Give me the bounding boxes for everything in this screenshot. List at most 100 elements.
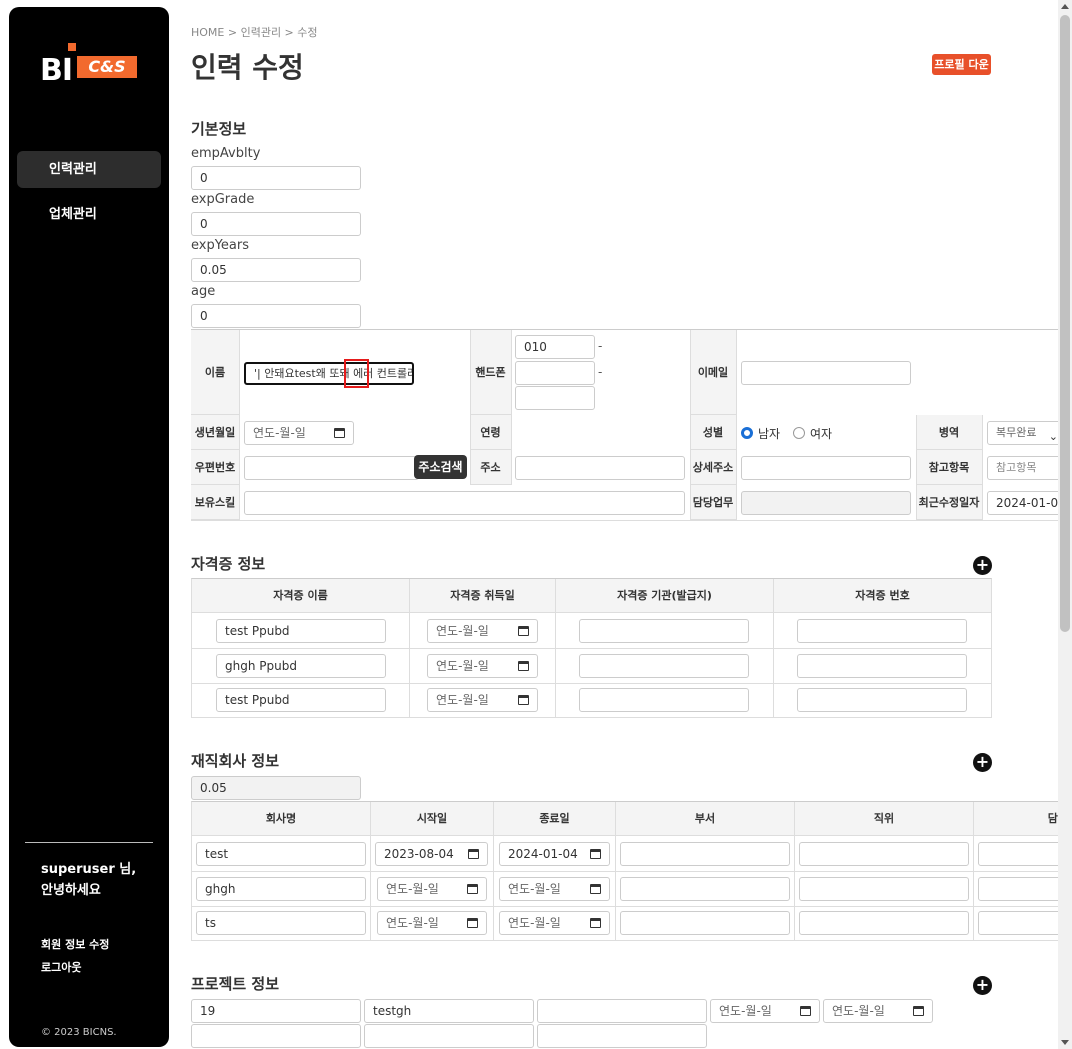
company-duty-input[interactable] [978, 842, 1068, 866]
calendar-icon[interactable] [590, 918, 601, 928]
add-project-button[interactable]: + [973, 976, 992, 995]
gender-male-radio[interactable] [741, 427, 753, 439]
company-duty-input[interactable] [978, 877, 1068, 901]
project-id-input[interactable]: 19 [191, 999, 361, 1023]
section-title-projects: 프로젝트 정보 [191, 975, 280, 993]
project-field-input[interactable] [537, 1024, 707, 1048]
email-input[interactable] [741, 361, 911, 385]
sidebar-item-company[interactable]: 업체관리 [17, 196, 161, 233]
address-detail-input[interactable] [741, 456, 911, 480]
edit-profile-link[interactable]: 회원 정보 수정 [41, 936, 109, 952]
cert-name-input[interactable]: ghgh Ppubd [216, 654, 386, 678]
company-col-start: 시작일 [371, 802, 493, 836]
highlight-box [344, 359, 369, 388]
project-start-input[interactable]: 연도-월-일 [710, 999, 820, 1023]
logout-link[interactable]: 로그아웃 [41, 959, 81, 975]
scroll-down-arrow-icon[interactable] [1061, 1040, 1069, 1045]
zip-input[interactable] [244, 456, 419, 480]
copyright: © 2023 BICNS. [41, 1027, 117, 1038]
company-dept-input[interactable] [620, 911, 790, 935]
gender-female-radio[interactable] [793, 427, 805, 439]
cert-org-input[interactable] [579, 654, 749, 678]
company-position-input[interactable] [799, 911, 969, 935]
sidebar-item-personnel[interactable]: 인력관리 [17, 151, 161, 188]
calendar-icon[interactable] [334, 428, 345, 438]
phone-part2-input[interactable] [515, 361, 595, 385]
address-input[interactable] [515, 456, 685, 480]
company-start-input[interactable]: 연도-월-일 [377, 877, 487, 901]
skills-input[interactable] [244, 491, 685, 515]
company-start-input[interactable]: 연도-월-일 [377, 911, 487, 935]
company-position-input[interactable] [799, 877, 969, 901]
calendar-icon[interactable] [467, 918, 478, 928]
field-label-empavblty: empAvblty [191, 146, 261, 161]
company-name-input[interactable]: ghgh [196, 877, 366, 901]
label-military: 병역 [916, 415, 982, 450]
birth-date-input[interactable]: 연도-월-일 [244, 421, 354, 445]
project-end-input[interactable]: 연도-월-일 [823, 999, 933, 1023]
add-company-button[interactable]: + [973, 753, 992, 772]
cert-date-input[interactable]: 연도-월-일 [427, 619, 538, 643]
company-start-input[interactable]: 2023-08-04 [375, 842, 488, 866]
page-title: 인력 수정 [191, 51, 304, 84]
profile-download-button[interactable]: 프로필 다운 [932, 54, 991, 75]
company-duty-input[interactable] [978, 911, 1068, 935]
company-end-input[interactable]: 2024-01-04 [499, 842, 610, 866]
cert-col-name: 자격증 이름 [192, 579, 409, 613]
company-dept-input[interactable] [620, 877, 790, 901]
scrollbar-thumb[interactable] [1060, 15, 1070, 632]
project-field-input[interactable] [191, 1024, 361, 1048]
modified-date-input[interactable]: 2024-01-05 [987, 491, 1065, 515]
breadcrumb: HOME > 인력관리 > 수정 [191, 26, 318, 39]
calendar-icon[interactable] [518, 661, 529, 671]
calendar-icon[interactable] [518, 626, 529, 636]
age-input[interactable]: 0 [191, 304, 361, 328]
address-search-button[interactable]: 주소검색 [414, 455, 467, 479]
cert-number-input[interactable] [797, 654, 967, 678]
cert-date-input[interactable]: 연도-월-일 [427, 688, 538, 712]
reference-input[interactable]: 참고항목 [987, 456, 1065, 480]
scroll-up-arrow-icon[interactable] [1061, 4, 1069, 9]
calendar-icon[interactable] [913, 1006, 924, 1016]
calendar-icon[interactable] [800, 1006, 811, 1016]
cert-number-input[interactable] [797, 688, 967, 712]
company-dept-input[interactable] [620, 842, 790, 866]
company-years-input[interactable]: 0.05 [191, 776, 361, 800]
cert-name-input[interactable]: test Ppubd [216, 688, 386, 712]
phone-part1-input[interactable]: 010 [515, 335, 595, 359]
company-position-input[interactable] [799, 842, 969, 866]
empavblty-input[interactable]: 0 [191, 166, 361, 190]
project-field-input[interactable] [364, 1024, 534, 1048]
chevron-down-icon: ⌄ [1048, 430, 1058, 443]
duty-input[interactable] [741, 491, 911, 515]
cert-org-input[interactable] [579, 619, 749, 643]
project-name-input[interactable]: testgh [364, 999, 534, 1023]
cert-name-input[interactable]: test Ppubd [216, 619, 386, 643]
greeting-user: superuser 님, [41, 862, 137, 877]
table-divider [511, 330, 512, 485]
project-extra-input[interactable] [537, 999, 707, 1023]
table-divider [239, 330, 240, 520]
military-select[interactable]: 복무완료 ⌄ [987, 421, 1065, 445]
company-end-input[interactable]: 연도-월-일 [499, 877, 610, 901]
page-scrollbar[interactable] [1058, 0, 1072, 1049]
calendar-icon[interactable] [518, 695, 529, 705]
company-name-input[interactable]: test [196, 842, 366, 866]
logo-bi-text: BI [40, 53, 73, 88]
cert-number-input[interactable] [797, 619, 967, 643]
calendar-icon[interactable] [590, 849, 601, 859]
cert-date-value: 연도-월-일 [436, 659, 489, 673]
calendar-icon[interactable] [467, 884, 478, 894]
expgrade-input[interactable]: 0 [191, 212, 361, 236]
calendar-icon[interactable] [468, 849, 479, 859]
company-end-input[interactable]: 연도-월-일 [499, 911, 610, 935]
add-certificate-button[interactable]: + [973, 556, 992, 575]
cert-date-input[interactable]: 연도-월-일 [427, 654, 538, 678]
expyears-input[interactable]: 0.05 [191, 258, 361, 282]
calendar-icon[interactable] [590, 884, 601, 894]
phone-part3-input[interactable] [515, 386, 595, 410]
name-input[interactable]: '| 안돼요test왜 또돼 에러 컨트롤러 [244, 362, 414, 385]
bicns-logo[interactable]: BI C&S [40, 43, 138, 88]
company-name-input[interactable]: ts [196, 911, 366, 935]
cert-org-input[interactable] [579, 688, 749, 712]
